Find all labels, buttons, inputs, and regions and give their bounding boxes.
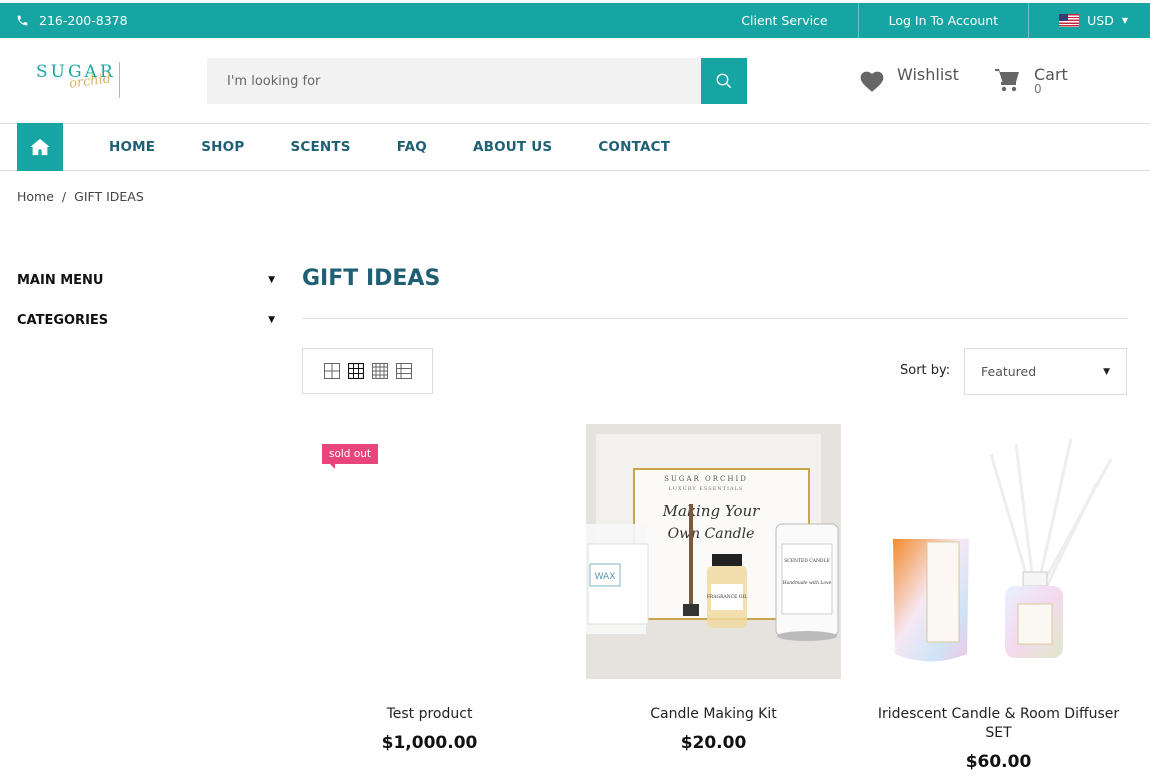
product-price: $60.00 — [965, 752, 1032, 772]
phone-icon — [17, 15, 28, 26]
kit-box-brand: SUGAR ORCHID — [664, 475, 748, 483]
nav-item-shop[interactable]: SHOP — [178, 139, 267, 155]
site-logo[interactable]: SUGAR orchid — [36, 62, 126, 102]
scented-candle-label: SCENTED CANDLE — [784, 558, 830, 564]
product-card[interactable]: Test product $1,000.00 — [302, 424, 557, 753]
grid-view-selector — [302, 348, 433, 394]
search-button[interactable] — [701, 58, 747, 104]
sidebar-item-categories[interactable]: CATEGORIES ▼ — [17, 300, 275, 340]
product-name[interactable]: Iridescent Candle & Room Diffuser SET — [871, 705, 1126, 743]
sidebar-item-main-menu[interactable]: MAIN MENU ▼ — [17, 260, 275, 300]
top-bar: 216-200-8378 Client Service Log In To Ac… — [0, 3, 1150, 38]
fragrance-label: FRAGRANCE OIL — [707, 594, 748, 600]
kit-box-title-2: Own Candle — [668, 526, 755, 542]
heart-icon — [860, 71, 884, 92]
product-price: $20.00 — [680, 733, 747, 753]
sort-select[interactable]: Featured ▼ — [964, 348, 1127, 395]
main-nav: HOME SHOP SCENTS FAQ ABOUT US CONTACT — [0, 123, 1150, 171]
breadcrumb: Home / GIFT IDEAS — [17, 189, 144, 204]
cart-link[interactable]: Cart 0 — [994, 65, 1068, 96]
candle-diffuser-photo — [893, 438, 1113, 662]
sort-value: Featured — [981, 364, 1037, 379]
sold-out-badge: sold out — [322, 444, 379, 469]
phone-number: 216-200-8378 — [39, 13, 128, 28]
product-card[interactable]: Iridescent Candle & Room Diffuser SET $6… — [871, 424, 1126, 772]
candle-kit-photo: SUGAR ORCHID LUXURY ESSENTIALS Making Yo… — [586, 424, 841, 679]
chevron-down-icon: ▼ — [268, 275, 275, 285]
breadcrumb-separator: / — [61, 189, 67, 204]
sort-label: Sort by: — [900, 363, 951, 378]
product-image-candle-kit[interactable]: SUGAR ORCHID LUXURY ESSENTIALS Making Yo… — [586, 424, 841, 679]
sidebar-item-label: CATEGORIES — [17, 312, 109, 328]
phone-contact[interactable]: 216-200-8378 — [16, 13, 128, 28]
cart-count: 0 — [1034, 82, 1042, 96]
handmade-label: Handmade with Love — [782, 580, 832, 586]
breadcrumb-current: GIFT IDEAS — [74, 189, 144, 204]
search-bar — [207, 58, 747, 104]
currency-selector[interactable]: USD ▼ — [1028, 3, 1150, 38]
kit-box-subtitle: LUXURY ESSENTIALS — [669, 486, 744, 492]
chevron-down-icon: ▼ — [268, 315, 275, 325]
wax-label: WAX — [595, 572, 616, 582]
nav-item-faq[interactable]: FAQ — [374, 139, 450, 155]
product-image-candle-diffuser-set[interactable] — [871, 424, 1126, 679]
nav-item-contact[interactable]: CONTACT — [575, 139, 693, 155]
us-flag-icon — [1059, 14, 1080, 27]
cart-icon — [995, 69, 1019, 92]
client-service-link[interactable]: Client Service — [711, 3, 857, 38]
chevron-down-icon: ▼ — [1103, 366, 1110, 377]
kit-box-title-1: Making Your — [662, 502, 761, 520]
wishlist-link[interactable]: Wishlist — [859, 65, 959, 93]
grid-3-icon[interactable] — [347, 363, 364, 379]
nav-item-home[interactable]: HOME — [86, 139, 178, 155]
nav-item-about-us[interactable]: ABOUT US — [450, 139, 575, 155]
login-link[interactable]: Log In To Account — [857, 3, 1029, 38]
sidebar: MAIN MENU ▼ CATEGORIES ▼ — [17, 260, 275, 340]
product-card[interactable]: SUGAR ORCHID LUXURY ESSENTIALS Making Yo… — [586, 424, 841, 753]
home-icon — [30, 138, 50, 156]
product-name[interactable]: Candle Making Kit — [586, 705, 841, 724]
title-divider — [302, 318, 1127, 319]
caret-down-icon: ▼ — [1121, 16, 1128, 25]
grid-4-icon[interactable] — [371, 363, 388, 379]
sidebar-item-label: MAIN MENU — [17, 272, 104, 288]
list-view-icon[interactable] — [395, 363, 412, 379]
nav-item-scents[interactable]: SCENTS — [267, 139, 373, 155]
wishlist-label: Wishlist — [897, 65, 959, 84]
currency-value: USD — [1087, 13, 1114, 28]
search-icon — [716, 73, 732, 89]
site-header: SUGAR orchid Wishlist Cart 0 — [0, 38, 1150, 124]
product-price: $1,000.00 — [381, 733, 478, 753]
grid-2-icon[interactable] — [323, 363, 340, 379]
breadcrumb-home[interactable]: Home — [17, 189, 54, 204]
home-button[interactable] — [17, 123, 63, 171]
page-title: GIFT IDEAS — [302, 266, 441, 291]
search-input[interactable] — [207, 58, 697, 104]
product-name[interactable]: Test product — [302, 705, 557, 724]
logo-divider — [119, 62, 120, 98]
